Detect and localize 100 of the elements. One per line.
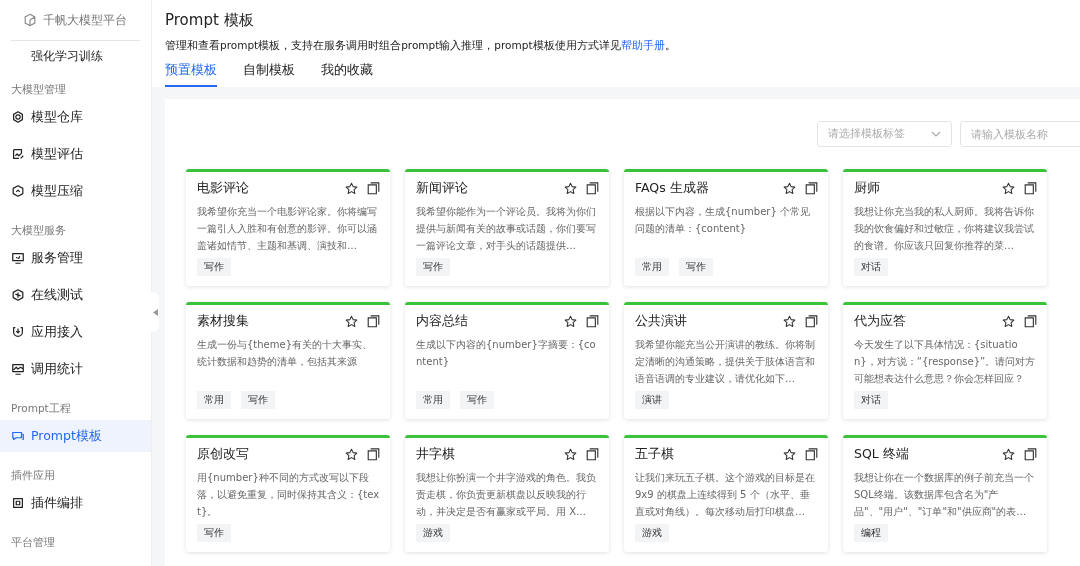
tag: 写作 — [679, 258, 713, 276]
template-card[interactable]: 代为应答 今天发生了以下具体情况：{situation}，对方说：“{response}”。请问对方可能想表达什么意思？你会怎样回应？ 对话 — [843, 302, 1047, 419]
group-label: 大模型服务 — [10, 223, 67, 237]
star-icon[interactable] — [345, 181, 358, 195]
page-title: Prompt 模板 — [165, 11, 255, 31]
copy-icon[interactable] — [1024, 314, 1037, 328]
help-link[interactable]: 帮助手册 — [620, 39, 665, 51]
copy-icon[interactable] — [586, 314, 599, 328]
page-description: 管理和查看prompt模板，支持在服务调用时组合prompt输入推理，prompt模板使用方式详见帮助手册。 — [165, 39, 677, 53]
group-label: 大模型管理 — [10, 82, 67, 96]
copy-icon[interactable] — [805, 447, 818, 461]
search-field[interactable]: 请输入模板名称 — [960, 121, 1080, 147]
card-title: 代为应答 — [854, 312, 907, 330]
sidebar-item[interactable]: 调用统计 — [0, 353, 151, 385]
template-card[interactable]: 五子棋 让我们来玩五子棋。这个游戏的目标是在 9x9 的棋盘上连续得到 5 个（水平、垂直或对角线）。每次移动后打印棋盘… 游戏 — [624, 435, 828, 552]
card-title: 原创改写 — [197, 445, 250, 463]
copy-icon[interactable] — [1024, 181, 1037, 195]
star-icon[interactable] — [564, 181, 577, 195]
menu-item-icon — [11, 429, 25, 443]
star-icon[interactable] — [783, 447, 796, 461]
card-description: 生成一份与{theme}有关的十大事实、统计数据和趋势的清单，包括其来源 — [197, 338, 374, 369]
template-card[interactable]: 电影评论 我希望你充当一个电影评论家。你将编写一篇引人入胜和有创意的影评。你可以涵盖诸如情节、主题和基调、演技和… 写作 — [186, 169, 390, 286]
brand-name: 千帆大模型平台 — [43, 11, 127, 29]
star-icon[interactable] — [783, 181, 796, 195]
sidebar-item[interactable]: 强化学习训练 — [0, 41, 151, 71]
card-title: 五子棋 — [635, 445, 675, 463]
star-icon[interactable] — [564, 447, 577, 461]
template-card[interactable]: SQL 终端 我想让你在一个数据库的例子前充当一个SQL终端。该数据库包含名为"产品"、"用户"、"订单"和"供应商"的表… 编程 — [843, 435, 1047, 552]
template-card[interactable]: FAQs 生成器 根据以下内容，生成{number} 个常见问题的清单：{content} 常用 写作 — [624, 169, 828, 286]
copy-icon[interactable] — [367, 447, 380, 461]
card-description: 今天发生了以下具体情况：{situation}，对方说：“{response}”。请问对方可能想表达什么意思？你会怎样回应？ — [854, 338, 1037, 386]
tag: 常用 — [635, 258, 669, 276]
copy-icon[interactable] — [586, 181, 599, 195]
card-title: 公共演讲 — [635, 312, 688, 330]
tag: 编程 — [854, 524, 888, 542]
tag: 对话 — [854, 258, 888, 276]
sidebar-item[interactable]: 服务管理 — [0, 242, 151, 274]
tag: 常用 — [197, 391, 231, 409]
star-icon[interactable] — [564, 314, 577, 328]
tab[interactable]: 预置模板 — [165, 62, 217, 87]
tag: 常用 — [416, 391, 450, 409]
sidebar-item[interactable]: 模型压缩 — [0, 175, 151, 207]
star-icon[interactable] — [1002, 447, 1015, 461]
tag: 写作 — [241, 391, 275, 409]
template-card[interactable]: 原创改写 用{number}种不同的方式改写以下段落，以避免重复，同时保持其含义：{text}。 写作 — [186, 435, 390, 552]
menu-item-icon — [11, 251, 25, 265]
tab[interactable]: 自制模板 — [243, 62, 295, 87]
star-icon[interactable] — [1002, 314, 1015, 328]
group-label: 平台管理 — [10, 535, 56, 549]
group-label: Prompt工程 — [10, 401, 72, 415]
template-card[interactable]: 公共演讲 我希望你能充当公开演讲的教练。你将制定清晰的沟通策略，提供关于肢体语言和语音语调的专业建议，请优化如下… 演讲 — [624, 302, 828, 419]
tag: 游戏 — [416, 524, 450, 542]
sidebar-item[interactable]: 模型评估 — [0, 138, 151, 170]
sidebar-item[interactable]: Prompt模板 — [0, 420, 151, 452]
card-title: SQL 终端 — [854, 445, 910, 463]
tag: 游戏 — [635, 524, 669, 542]
sidebar-item[interactable]: 插件编排 — [0, 487, 151, 519]
star-icon[interactable] — [345, 447, 358, 461]
tag: 写作 — [197, 258, 231, 276]
card-description: 生成以下内容的{number}字摘要：{content} — [416, 338, 597, 369]
template-card[interactable]: 内容总结 生成以下内容的{number}字摘要：{content} 常用 写作 — [405, 302, 609, 419]
copy-icon[interactable] — [805, 181, 818, 195]
copy-icon[interactable] — [1024, 447, 1037, 461]
card-title: FAQs 生成器 — [635, 179, 710, 197]
template-card[interactable]: 井字棋 我想让你扮演一个井字游戏的角色。我负责走棋，你负责更新棋盘以反映我的行动，并决定是否有赢家或平局。用 X… 游戏 — [405, 435, 609, 552]
card-title: 内容总结 — [416, 312, 469, 330]
sidebar-item[interactable]: 应用接入 — [0, 316, 151, 348]
card-description: 让我们来玩五子棋。这个游戏的目标是在 9x9 的棋盘上连续得到 5 个（水平、垂直或对角线）。每次移动后打印棋盘… — [635, 471, 816, 519]
star-icon[interactable] — [783, 314, 796, 328]
collapse-handle[interactable] — [151, 292, 159, 332]
card-title: 厨师 — [854, 179, 881, 197]
menu-item-icon — [11, 110, 25, 124]
star-icon[interactable] — [345, 314, 358, 328]
menu-item-icon — [11, 288, 25, 302]
copy-icon[interactable] — [367, 314, 380, 328]
card-description: 我希望你能作为一个评论员。我将为你们提供与新闻有关的故事或话题，你们要写一篇评论文章，对手头的话题提供… — [416, 205, 597, 253]
copy-icon[interactable] — [805, 314, 818, 328]
card-description: 我想让你在一个数据库的例子前充当一个SQL终端。该数据库包含名为"产品"、"用户"、"订单"和"供应商"的表… — [854, 471, 1035, 519]
card-title: 井字棋 — [416, 445, 456, 463]
sidebar-item[interactable]: 在线测试 — [0, 279, 151, 311]
menu-item-icon — [11, 496, 25, 510]
star-icon[interactable] — [1002, 181, 1015, 195]
copy-icon[interactable] — [367, 181, 380, 195]
tab[interactable]: 我的收藏 — [321, 62, 373, 87]
tag: 写作 — [460, 391, 494, 409]
template-card[interactable]: 厨师 我想让你充当我的私人厨师。我将告诉你我的饮食偏好和过敏症，你将建议我尝试的食谱。你应该只回复你推荐的菜… 对话 — [843, 169, 1047, 286]
card-description: 我想让你充当我的私人厨师。我将告诉你我的饮食偏好和过敏症，你将建议我尝试的食谱。你应该只回复你推荐的菜… — [854, 205, 1035, 253]
copy-icon[interactable] — [586, 447, 599, 461]
card-title: 新闻评论 — [416, 179, 469, 197]
card-description: 根据以下内容，生成{number} 个常见问题的清单：{content} — [635, 205, 811, 236]
tag: 写作 — [416, 258, 450, 276]
sidebar-item[interactable]: 模型仓库 — [0, 101, 151, 133]
template-card[interactable]: 素材搜集 生成一份与{theme}有关的十大事实、统计数据和趋势的清单，包括其来源 常用 写作 — [186, 302, 390, 419]
card-title: 电影评论 — [197, 179, 250, 197]
tag: 对话 — [854, 391, 888, 409]
chevron-down-icon — [931, 131, 941, 137]
card-description: 用{number}种不同的方式改写以下段落，以避免重复，同时保持其含义：{text}。 — [197, 471, 380, 519]
template-card[interactable]: 新闻评论 我希望你能作为一个评论员。我将为你们提供与新闻有关的故事或话题，你们要写一篇评论文章，对手头的话题提供… 写作 — [405, 169, 609, 286]
group-label: 插件应用 — [10, 468, 56, 482]
menu-item-icon — [11, 325, 25, 339]
